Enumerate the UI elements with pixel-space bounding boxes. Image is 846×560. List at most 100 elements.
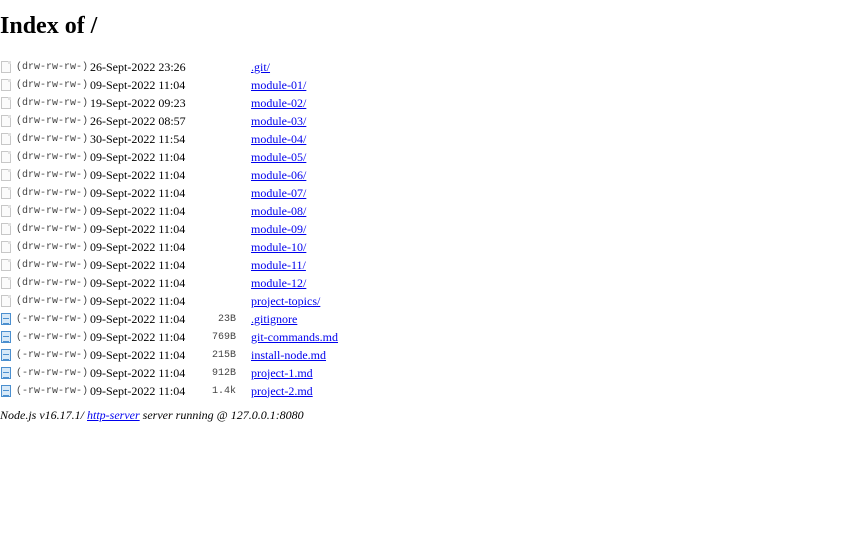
file-size: 23B: [218, 313, 237, 325]
modified-date: 09-Sept-2022 11:04: [90, 365, 186, 380]
folder-icon: [1, 187, 11, 200]
file-icon: [1, 331, 11, 344]
modified-date: 09-Sept-2022 11:04: [90, 149, 186, 164]
entry-name-cell: module-01/: [251, 76, 338, 94]
entry-name-cell: project-topics/: [251, 292, 338, 310]
folder-link[interactable]: module-05/: [251, 150, 306, 164]
file-size: [198, 94, 251, 112]
file-size: [198, 166, 251, 184]
file-size: [198, 220, 251, 238]
folder-icon: [1, 151, 11, 164]
permissions: (drw-rw-rw-): [16, 295, 89, 307]
listing-row: (-rw-rw-rw-) 09-Sept-2022 11:04 23B .gitign…: [0, 310, 338, 328]
icon-cell: [0, 328, 15, 346]
file-size: [198, 238, 251, 256]
modified-date: 09-Sept-2022 11:04: [90, 329, 186, 344]
permissions: (drw-rw-rw-): [16, 151, 89, 163]
icon-cell: [0, 346, 15, 364]
permissions: (drw-rw-rw-): [16, 205, 89, 217]
icon-cell: [0, 256, 15, 274]
entry-name-cell: module-07/: [251, 184, 338, 202]
modified-date: 09-Sept-2022 11:04: [90, 383, 186, 398]
file-link[interactable]: project-2.md: [251, 384, 313, 398]
entry-name-cell: module-08/: [251, 202, 338, 220]
file-link[interactable]: .gitignore: [251, 312, 297, 326]
folder-link[interactable]: module-12/: [251, 276, 306, 290]
folder-link[interactable]: module-08/: [251, 204, 306, 218]
file-link[interactable]: git-commands.md: [251, 330, 338, 344]
permissions: (-rw-rw-rw-): [16, 349, 89, 361]
modified-date: 09-Sept-2022 11:04: [90, 347, 186, 362]
folder-link[interactable]: module-02/: [251, 96, 306, 110]
entry-name-cell: module-09/: [251, 220, 338, 238]
modified-date: 09-Sept-2022 11:04: [90, 257, 186, 272]
entry-name-cell: git-commands.md: [251, 328, 338, 346]
server-footer: Node.js v16.17.1/ http-server server run…: [0, 408, 304, 423]
icon-cell: [0, 292, 15, 310]
folder-link[interactable]: module-09/: [251, 222, 306, 236]
entry-name-cell: module-02/: [251, 94, 338, 112]
folder-icon: [1, 205, 11, 218]
folder-link[interactable]: module-11/: [251, 258, 306, 272]
listing-row: (drw-rw-rw-) 09-Sept-2022 11:04 module-09/: [0, 220, 338, 238]
permissions: (drw-rw-rw-): [16, 259, 89, 271]
file-size: 215B: [212, 349, 237, 361]
footer-prefix: Node.js v16.17.1/: [0, 408, 87, 422]
folder-icon: [1, 259, 11, 272]
file-icon: [1, 313, 11, 326]
file-link[interactable]: install-node.md: [251, 348, 326, 362]
icon-cell: [0, 184, 15, 202]
icon-cell: [0, 148, 15, 166]
file-size: [198, 274, 251, 292]
file-icon: [1, 367, 11, 380]
folder-icon: [1, 223, 11, 236]
icon-cell: [0, 202, 15, 220]
permissions: (drw-rw-rw-): [16, 97, 89, 109]
file-link[interactable]: project-1.md: [251, 366, 313, 380]
folder-icon: [1, 295, 11, 308]
listing-row: (drw-rw-rw-) 19-Sept-2022 09:23 module-02/: [0, 94, 338, 112]
folder-icon: [1, 241, 11, 254]
file-size: 769B: [212, 331, 237, 343]
http-server-link[interactable]: http-server: [87, 408, 140, 422]
entry-name-cell: module-12/: [251, 274, 338, 292]
permissions: (drw-rw-rw-): [16, 133, 89, 145]
footer-suffix: server running @ 127.0.0.1:8080: [139, 408, 304, 422]
entry-name-cell: project-2.md: [251, 382, 338, 400]
listing-row: (drw-rw-rw-) 09-Sept-2022 11:04 module-11/: [0, 256, 338, 274]
entry-name-cell: install-node.md: [251, 346, 338, 364]
folder-link[interactable]: module-07/: [251, 186, 306, 200]
folder-icon: [1, 97, 11, 110]
folder-link[interactable]: .git/: [251, 60, 270, 74]
permissions: (-rw-rw-rw-): [16, 331, 89, 343]
icon-cell: [0, 220, 15, 238]
permissions: (-rw-rw-rw-): [16, 367, 89, 379]
modified-date: 26-Sept-2022 08:57: [90, 113, 186, 128]
entry-name-cell: project-1.md: [251, 364, 338, 382]
modified-date: 09-Sept-2022 11:04: [90, 221, 186, 236]
modified-date: 09-Sept-2022 11:04: [90, 167, 186, 182]
folder-link[interactable]: module-04/: [251, 132, 306, 146]
permissions: (drw-rw-rw-): [16, 79, 89, 91]
modified-date: 09-Sept-2022 11:04: [90, 275, 186, 290]
listing-row: (drw-rw-rw-) 09-Sept-2022 11:04 module-10/: [0, 238, 338, 256]
icon-cell: [0, 58, 15, 76]
listing-row: (drw-rw-rw-) 26-Sept-2022 08:57 module-03/: [0, 112, 338, 130]
permissions: (drw-rw-rw-): [16, 277, 89, 289]
entry-name-cell: module-11/: [251, 256, 338, 274]
folder-link[interactable]: module-01/: [251, 78, 306, 92]
icon-cell: [0, 94, 15, 112]
folder-link[interactable]: project-topics/: [251, 294, 320, 308]
folder-link[interactable]: module-03/: [251, 114, 306, 128]
icon-cell: [0, 130, 15, 148]
listing-row: (drw-rw-rw-) 09-Sept-2022 11:04 module-12/: [0, 274, 338, 292]
permissions: (drw-rw-rw-): [16, 187, 89, 199]
entry-name-cell: module-10/: [251, 238, 338, 256]
file-size: [198, 148, 251, 166]
entry-name-cell: module-05/: [251, 148, 338, 166]
folder-link[interactable]: module-06/: [251, 168, 306, 182]
folder-link[interactable]: module-10/: [251, 240, 306, 254]
icon-cell: [0, 310, 15, 328]
listing-row: (-rw-rw-rw-) 09-Sept-2022 11:04 912B projec…: [0, 364, 338, 382]
permissions: (drw-rw-rw-): [16, 241, 89, 253]
